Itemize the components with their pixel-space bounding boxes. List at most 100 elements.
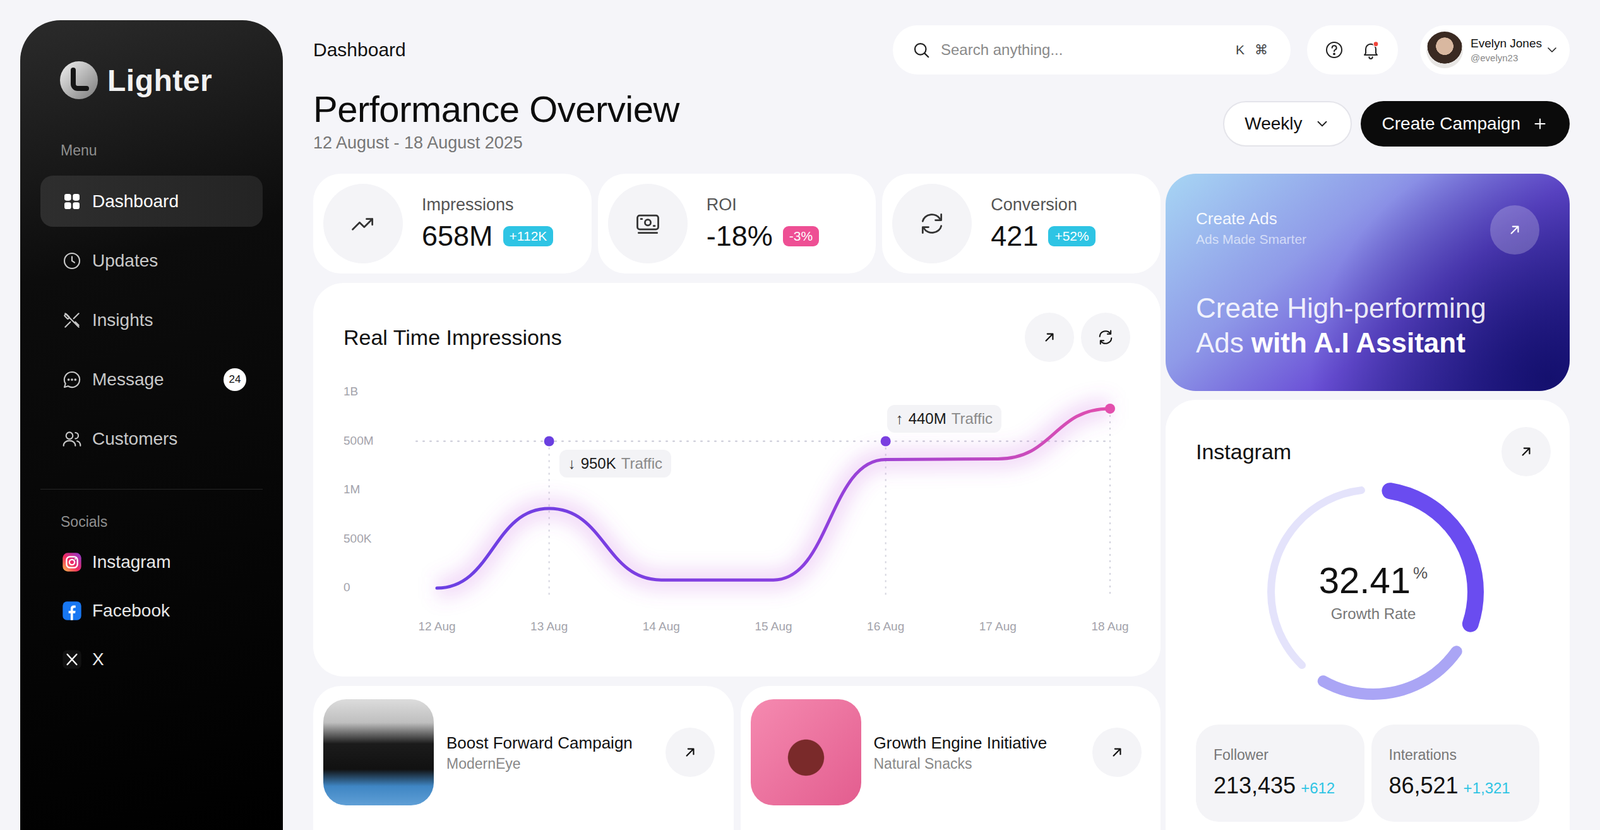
refresh-chart-button[interactable] (1080, 312, 1131, 362)
growth-value: 32.41 (1319, 560, 1411, 600)
stat-value: 658M (421, 219, 494, 253)
tooltip-label: Traffic (621, 454, 663, 473)
headline-line: Adswith A.I Assitant (1195, 325, 1540, 360)
stat-card[interactable]: ROI-18%-3% (597, 173, 877, 274)
stat-card[interactable]: Conversion421+52% (882, 173, 1161, 274)
open-campaign-button[interactable] (665, 727, 715, 777)
chart-tooltip: ↑440MTraffic (887, 404, 1002, 433)
campaign-image (323, 698, 434, 806)
user-name: Evelyn Jones (1470, 36, 1537, 51)
create-campaign-button[interactable]: Create Campaign (1360, 101, 1570, 147)
chevron-down-icon (1313, 115, 1331, 132)
top-bar: DashboardSearch anything...K⌘Evelyn Jone… (313, 25, 1570, 75)
open-ads-button[interactable] (1490, 205, 1540, 255)
period-dropdown[interactable]: Weekly (1223, 101, 1352, 147)
y-axis-tick: 500K (343, 531, 372, 545)
tile-value: 86,521 (1389, 772, 1459, 799)
x-logo-icon (61, 649, 83, 670)
stat-value-row: 658M +112K (421, 219, 554, 253)
stat-text: Impressions658M+112K (421, 195, 554, 253)
sidebar-item[interactable]: Insights (40, 294, 263, 346)
date-range: 12 August - 18 August 2025 (313, 131, 680, 154)
create-campaign-label: Create Campaign (1382, 113, 1521, 134)
sidebar-item-label: Insights (92, 310, 154, 331)
instagram-stat-tile: Interations86,521+1,321 (1371, 724, 1541, 822)
search-field[interactable]: Search anything...K⌘ (892, 25, 1291, 75)
stat-change-badge: -3% (782, 226, 819, 247)
impressions-chart-card: Real Time Impressions1B500M1M500K012 Aug… (313, 282, 1161, 677)
campaign-card[interactable]: Growth Engine InitiativeNatural Snacks (740, 685, 1162, 830)
donut-segment (1271, 489, 1476, 694)
chart-marker[interactable] (1104, 403, 1116, 414)
chart-area: 1B500M1M500K012 Aug13 Aug14 Aug15 Aug16 … (313, 361, 1161, 665)
bell-icon[interactable] (1360, 39, 1381, 60)
search-shortcut: K⌘ (1235, 42, 1268, 58)
tooltip-value: 440M (908, 409, 947, 428)
ads-subtitle: Ads Made Smarter (1195, 229, 1307, 249)
sidebar-item[interactable]: Message24 (40, 353, 263, 405)
chart-marker[interactable] (880, 436, 891, 447)
chart-marker[interactable] (544, 436, 555, 447)
page-actions: Weekly Create Campaign (1223, 101, 1570, 147)
money-icon (633, 209, 662, 238)
facebook-icon (61, 600, 83, 621)
page-header: Performance Overview12 August - 18 Augus… (313, 88, 1570, 154)
grid-icon (61, 191, 83, 212)
campaign-brand: Natural Snacks (873, 755, 1081, 773)
tile-value: 213,435 (1213, 772, 1296, 799)
donut-segment (1271, 489, 1476, 694)
arrow-up-right-icon (1517, 443, 1535, 460)
campaign-title: Boost Forward Campaign (446, 732, 653, 753)
social-item[interactable]: X (40, 640, 263, 679)
shortcut-key: K (1235, 42, 1245, 58)
arrow-up-right-icon (681, 743, 699, 761)
y-axis-tick: 500M (343, 433, 374, 448)
open-campaign-button[interactable] (1092, 727, 1142, 777)
left-column: Impressions658M+112KROI-18%-3%Conversion… (313, 173, 1161, 830)
menu: Dashboard Updates Insights Message24 Custome… (40, 175, 263, 465)
ads-title: Create Ads (1195, 208, 1307, 229)
sidebar-item[interactable]: Customers (40, 412, 263, 465)
instagram-card: Instagram32.41%Growth RateFollower213,43… (1165, 399, 1570, 830)
user-avatar (1426, 31, 1463, 69)
create-ads-card[interactable]: Create AdsAds Made Smarter Create High-pe… (1165, 173, 1570, 391)
socials-list: Instagram Facebook X (40, 543, 263, 679)
social-item[interactable]: Instagram (40, 543, 263, 581)
sidebar: LighterMenuDashboardUpdatesInsightsMessa… (20, 20, 283, 830)
stat-icon-holder (608, 183, 688, 264)
message-count-badge: 24 (223, 368, 247, 391)
social-item[interactable]: Facebook (40, 591, 263, 630)
open-instagram-button[interactable] (1501, 426, 1551, 477)
search-icon (911, 40, 931, 60)
shortcut-key: ⌘ (1254, 42, 1268, 58)
x-axis-label: 17 Aug (979, 619, 1017, 633)
brand[interactable]: Lighter (40, 60, 263, 100)
sidebar-item[interactable]: Dashboard (40, 175, 263, 227)
campaign-text: Boost Forward CampaignModernEye (446, 732, 653, 773)
stat-change-badge: +52% (1048, 226, 1095, 247)
clock-icon (61, 250, 83, 271)
y-axis-tick: 1B (343, 384, 359, 398)
user-menu[interactable]: Evelyn Jones@evelyn23 (1420, 25, 1570, 75)
campaign-card[interactable]: Boost Forward CampaignModernEye (313, 685, 734, 830)
breadcrumb: Dashboard (313, 39, 893, 61)
ads-titles: Create AdsAds Made Smarter (1195, 205, 1307, 249)
tooltip-label: Traffic (951, 409, 993, 428)
stat-card[interactable]: Impressions658M+112K (313, 173, 592, 274)
social-label: Facebook (92, 600, 170, 621)
arrow-up-right-icon (1041, 328, 1058, 346)
stat-text: Conversion421+52% (990, 195, 1095, 253)
quick-actions (1307, 25, 1398, 75)
help-icon[interactable] (1324, 39, 1345, 60)
expand-chart-button[interactable] (1024, 312, 1075, 362)
y-axis-tick: 0 (343, 580, 351, 594)
sidebar-item[interactable]: Updates (40, 234, 263, 287)
brand-name: Lighter (107, 63, 213, 98)
reference-line (416, 440, 1111, 442)
campaign-image (750, 698, 862, 806)
stat-change-badge: +112K (503, 226, 554, 247)
ads-headline: Create High-performingAdswith A.I Assita… (1195, 290, 1540, 360)
chart-header: Real Time Impressions (313, 282, 1161, 362)
chart-actions (1024, 312, 1131, 362)
sidebar-item-label: Customers (92, 428, 178, 449)
